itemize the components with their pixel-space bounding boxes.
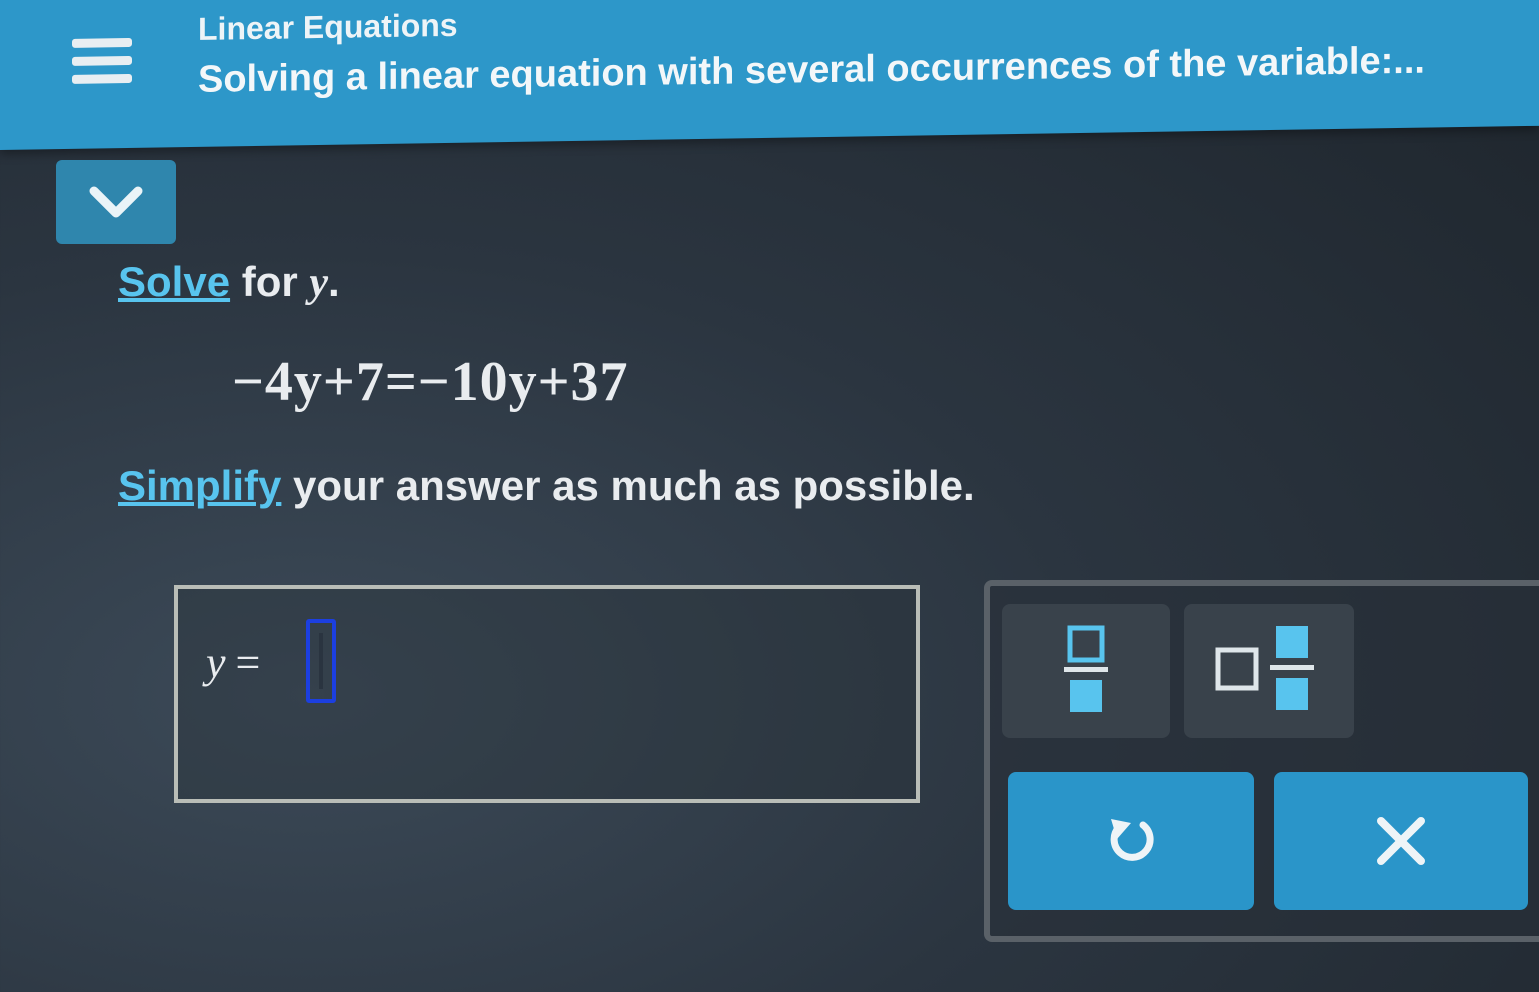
equation: −4y+7=−10y+37 (232, 351, 629, 413)
mixed-number-button[interactable] (1184, 604, 1354, 738)
undo-button[interactable] (1008, 772, 1254, 910)
answer-label: y = (206, 637, 260, 688)
instruction: Simplify your answer as much as possible… (118, 462, 975, 510)
answer-box[interactable]: y = (174, 585, 920, 803)
problem-prompt: Solve for y. (118, 258, 340, 307)
math-toolbar (984, 580, 1539, 942)
answer-input[interactable] (306, 619, 336, 703)
fraction-button[interactable] (1002, 604, 1170, 738)
fraction-icon (1064, 625, 1108, 712)
top-banner: Linear Equations Solving a linear equati… (0, 0, 1539, 150)
simplify-link[interactable]: Simplify (118, 462, 281, 509)
collapse-button[interactable] (56, 160, 176, 244)
undo-icon (1110, 819, 1154, 861)
prompt-period: . (328, 258, 340, 305)
instruction-text: your answer as much as possible. (281, 462, 975, 509)
answer-equals: = (235, 638, 261, 687)
solve-link[interactable]: Solve (118, 258, 230, 305)
mixed-number-icon (1215, 626, 1314, 710)
chevron-down-icon (89, 186, 143, 218)
page-title: Solving a linear equation with several o… (198, 39, 1425, 101)
menu-icon[interactable] (72, 37, 132, 95)
text-cursor (319, 633, 323, 689)
prompt-text: for (230, 258, 310, 305)
topic-label: Linear Equations (198, 6, 458, 47)
clear-button[interactable] (1274, 772, 1528, 910)
prompt-variable: y (309, 260, 329, 306)
answer-variable: y (206, 638, 226, 687)
clear-icon (1377, 817, 1425, 865)
